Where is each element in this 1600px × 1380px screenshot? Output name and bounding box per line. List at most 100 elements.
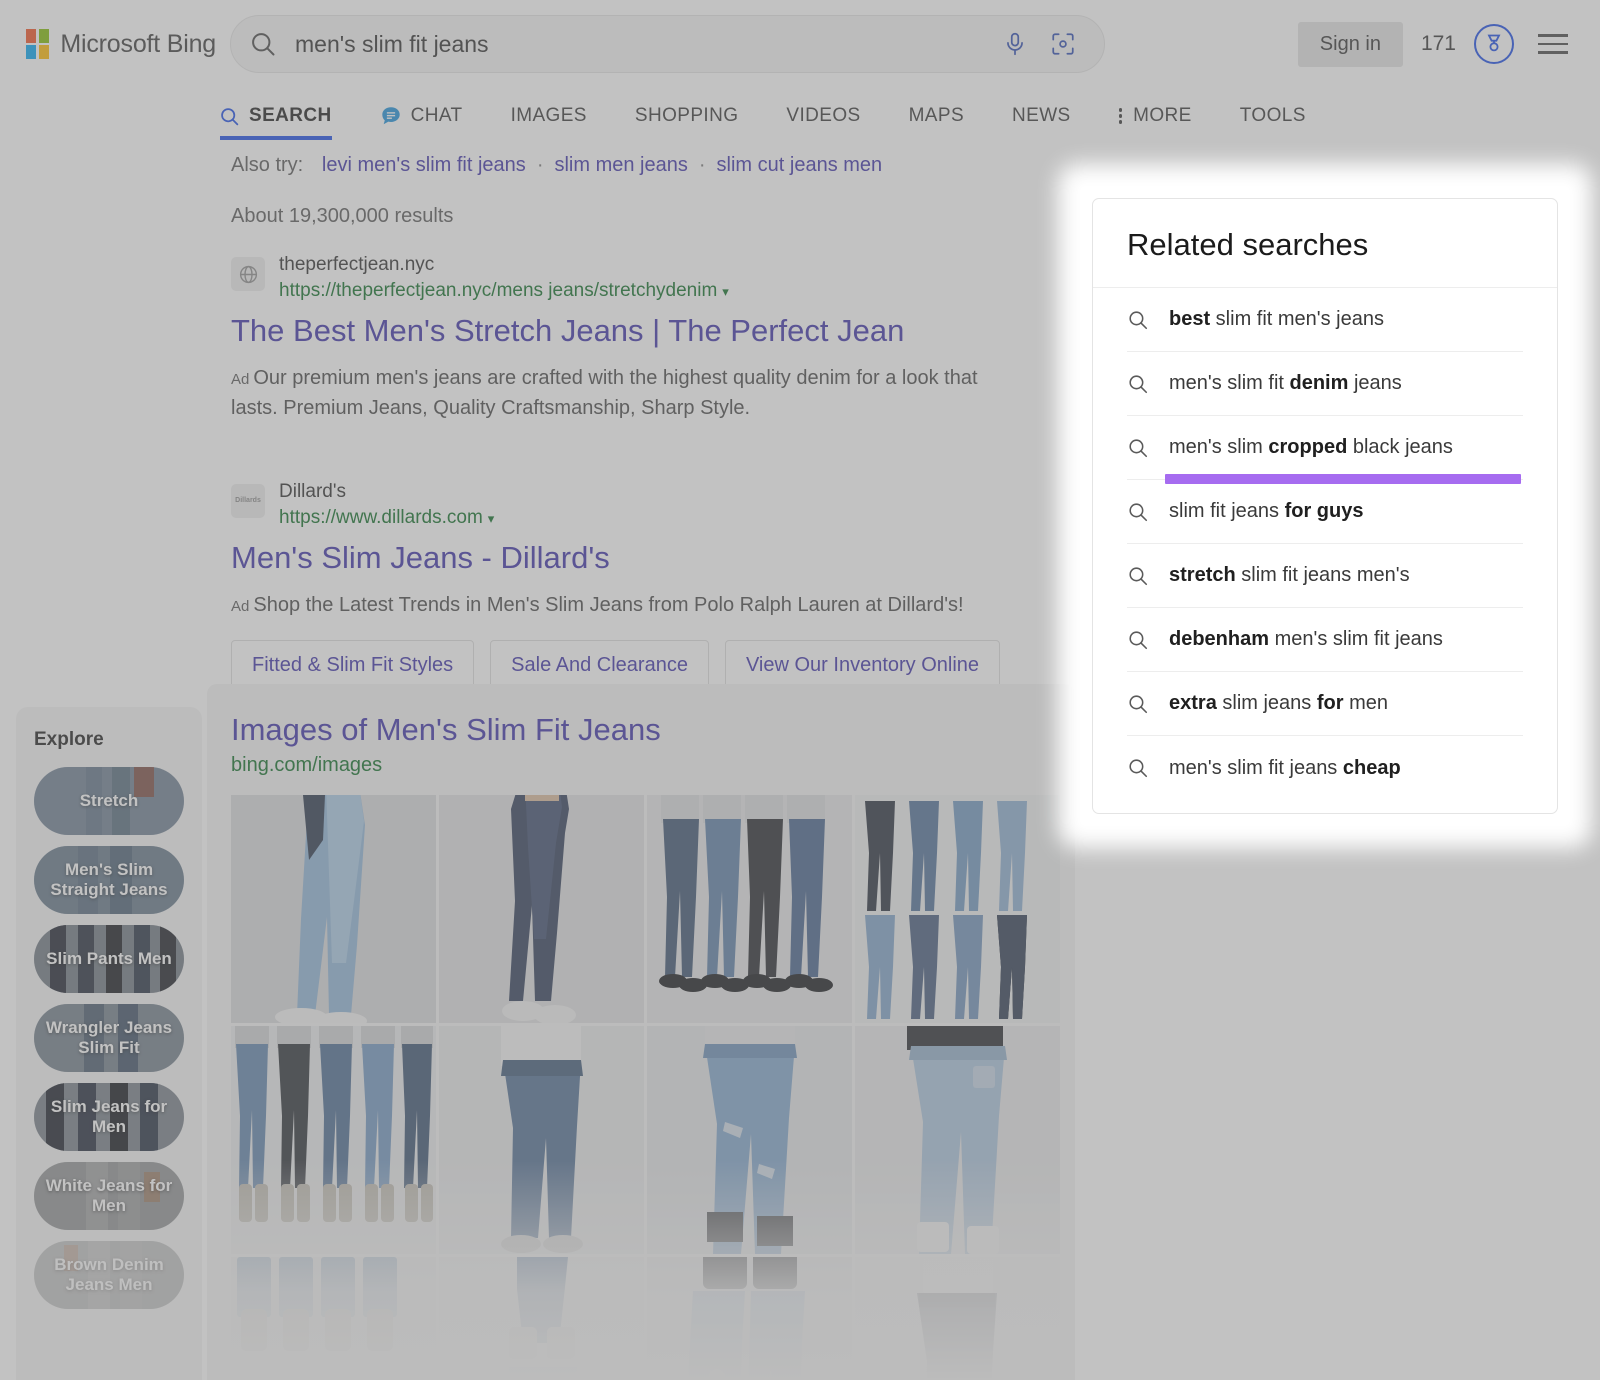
ad-url[interactable]: https://www.dillards.com ▾ bbox=[279, 507, 494, 529]
related-search-item-6[interactable]: debenham men's slim fit jeans bbox=[1127, 608, 1523, 672]
rewards-medal-icon[interactable] bbox=[1474, 24, 1514, 64]
ad-description-text: Our premium men's jeans are crafted with… bbox=[231, 367, 978, 419]
tab-label: VIDEOS bbox=[786, 105, 860, 127]
tab-label: CHAT bbox=[411, 105, 463, 127]
related-search-item-1[interactable]: best slim fit men's jeans bbox=[1127, 288, 1523, 352]
ad-url-text: https://www.dillards.com bbox=[279, 507, 483, 528]
chevron-down-icon[interactable]: ▾ bbox=[722, 284, 729, 299]
explore-chip-label: White Jeans for Men bbox=[34, 1176, 184, 1217]
explore-heading: Explore bbox=[34, 729, 184, 751]
bing-brand[interactable]: Microsoft Bing bbox=[26, 29, 216, 59]
tab-chat[interactable]: CHAT bbox=[380, 105, 485, 140]
search-icon bbox=[1127, 565, 1149, 587]
related-search-item-8[interactable]: men's slim fit jeans cheap bbox=[1127, 736, 1523, 800]
header-actions: Sign in 171 bbox=[1298, 22, 1574, 67]
tab-more[interactable]: MORE bbox=[1119, 105, 1214, 140]
image-thumb[interactable] bbox=[647, 795, 852, 1023]
also-try-link-1[interactable]: levi men's slim fit jeans bbox=[322, 154, 526, 176]
explore-chip-brown-denim-jeans-men[interactable]: Brown Denim Jeans Men bbox=[34, 1241, 184, 1309]
explore-chip-wrangler-jeans-slim-fit[interactable]: Wrangler Jeans Slim Fit bbox=[34, 1004, 184, 1072]
tab-label: NEWS bbox=[1012, 105, 1071, 127]
sitelink-2[interactable]: Sale And Clearance bbox=[490, 640, 709, 691]
tab-tools[interactable]: TOOLS bbox=[1240, 105, 1328, 140]
related-search-item-7[interactable]: extra slim jeans for men bbox=[1127, 672, 1523, 736]
related-searches-callout: Related searches best slim fit men's jea… bbox=[1080, 186, 1570, 826]
search-icon bbox=[1127, 437, 1149, 459]
also-try-link-2[interactable]: slim men jeans bbox=[554, 154, 687, 176]
visual-search-icon[interactable] bbox=[1050, 31, 1076, 57]
search-icon bbox=[231, 30, 295, 58]
related-search-label: best slim fit men's jeans bbox=[1169, 308, 1384, 331]
related-search-label: extra slim jeans for men bbox=[1169, 692, 1388, 715]
explore-chip-label: Men's Slim Straight Jeans bbox=[34, 860, 184, 901]
related-search-item-3[interactable]: men's slim cropped black jeans bbox=[1127, 416, 1523, 480]
ad-description-text: Shop the Latest Trends in Men's Slim Jea… bbox=[253, 594, 963, 616]
search-box[interactable] bbox=[230, 15, 1105, 73]
related-searches-title: Related searches bbox=[1127, 227, 1523, 263]
explore-chip-mens-slim-straight-jeans[interactable]: Men's Slim Straight Jeans bbox=[34, 846, 184, 914]
explore-chip-slim-pants-men[interactable]: Slim Pants Men bbox=[34, 925, 184, 993]
ad-url[interactable]: https://theperfectjean.nyc/mens jeans/st… bbox=[279, 280, 729, 302]
sitelink-3[interactable]: View Our Inventory Online bbox=[725, 640, 1000, 691]
ad-marker: Ad bbox=[231, 598, 249, 615]
image-thumb[interactable] bbox=[855, 1257, 1060, 1380]
images-module-url[interactable]: bing.com/images bbox=[231, 754, 1051, 777]
image-thumb[interactable] bbox=[647, 1026, 852, 1254]
tab-label: MAPS bbox=[909, 105, 964, 127]
nav-tabs: SEARCH CHAT IMAGES SHOPPING VIDEOS MAPS … bbox=[0, 88, 1600, 140]
ad-source-name: Dillard's bbox=[279, 481, 494, 503]
related-search-label: men's slim fit jeans cheap bbox=[1169, 757, 1401, 780]
tab-shopping[interactable]: SHOPPING bbox=[635, 105, 761, 140]
tab-images[interactable]: IMAGES bbox=[511, 105, 609, 140]
ad-marker: Ad bbox=[231, 371, 249, 388]
explore-rail: Explore Stretch Men's Slim Straight Jean… bbox=[16, 707, 202, 1380]
microphone-icon[interactable] bbox=[1002, 31, 1028, 57]
explore-chip-label: Slim Pants Men bbox=[38, 949, 180, 969]
also-try-link-3[interactable]: slim cut jeans men bbox=[717, 154, 883, 176]
image-thumb[interactable] bbox=[647, 1257, 852, 1380]
sign-in-button[interactable]: Sign in bbox=[1298, 22, 1403, 67]
search-icon bbox=[1127, 373, 1149, 395]
image-thumb[interactable] bbox=[439, 1257, 644, 1380]
related-search-item-5[interactable]: stretch slim fit jeans men's bbox=[1127, 544, 1523, 608]
image-thumb[interactable] bbox=[855, 1026, 1060, 1254]
related-search-item-4[interactable]: slim fit jeans for guys bbox=[1127, 480, 1523, 544]
image-thumb[interactable] bbox=[439, 1026, 644, 1254]
image-thumb[interactable] bbox=[231, 795, 436, 1023]
hamburger-menu-icon[interactable] bbox=[1536, 28, 1570, 60]
image-thumb[interactable] bbox=[231, 1026, 436, 1254]
image-thumb[interactable] bbox=[855, 795, 1060, 1023]
related-searches-card: Related searches best slim fit men's jea… bbox=[1092, 198, 1558, 814]
images-module: Images of Men's Slim Fit Jeans bing.com/… bbox=[207, 684, 1075, 1380]
tab-news[interactable]: NEWS bbox=[1012, 105, 1093, 140]
chevron-down-icon[interactable]: ▾ bbox=[488, 511, 495, 526]
tab-label: IMAGES bbox=[511, 105, 587, 127]
explore-chip-slim-jeans-for-men[interactable]: Slim Jeans for Men bbox=[34, 1083, 184, 1151]
related-search-label: debenham men's slim fit jeans bbox=[1169, 628, 1443, 651]
tab-maps[interactable]: MAPS bbox=[909, 105, 986, 140]
image-thumb[interactable] bbox=[439, 795, 644, 1023]
related-searches-header: Related searches bbox=[1093, 199, 1557, 288]
search-icon bbox=[1127, 501, 1149, 523]
images-module-title[interactable]: Images of Men's Slim Fit Jeans bbox=[231, 712, 1051, 748]
explore-chip-white-jeans-for-men[interactable]: White Jeans for Men bbox=[34, 1162, 184, 1230]
search-icon bbox=[1127, 309, 1149, 331]
tab-label: SEARCH bbox=[249, 105, 332, 127]
search-icon bbox=[1127, 629, 1149, 651]
explore-chip-label: Wrangler Jeans Slim Fit bbox=[34, 1018, 184, 1059]
search-icon bbox=[1127, 693, 1149, 715]
also-try-row: Also try: levi men's slim fit jeans·slim… bbox=[231, 154, 1600, 177]
explore-chip-stretch[interactable]: Stretch bbox=[34, 767, 184, 835]
tab-videos[interactable]: VIDEOS bbox=[786, 105, 882, 140]
search-input[interactable] bbox=[295, 31, 1002, 58]
highlight-underline bbox=[1165, 474, 1521, 484]
tab-label: TOOLS bbox=[1240, 105, 1306, 127]
tab-search[interactable]: SEARCH bbox=[219, 105, 354, 140]
sitelink-1[interactable]: Fitted & Slim Fit Styles bbox=[231, 640, 474, 691]
image-thumb[interactable] bbox=[231, 1257, 436, 1380]
tab-label: MORE bbox=[1133, 105, 1192, 127]
ad-description: AdShop the Latest Trends in Men's Slim J… bbox=[231, 590, 1021, 620]
dillards-logo-icon: Dillards bbox=[231, 484, 265, 518]
brand-name: Microsoft Bing bbox=[60, 30, 216, 59]
related-search-item-2[interactable]: men's slim fit denim jeans bbox=[1127, 352, 1523, 416]
